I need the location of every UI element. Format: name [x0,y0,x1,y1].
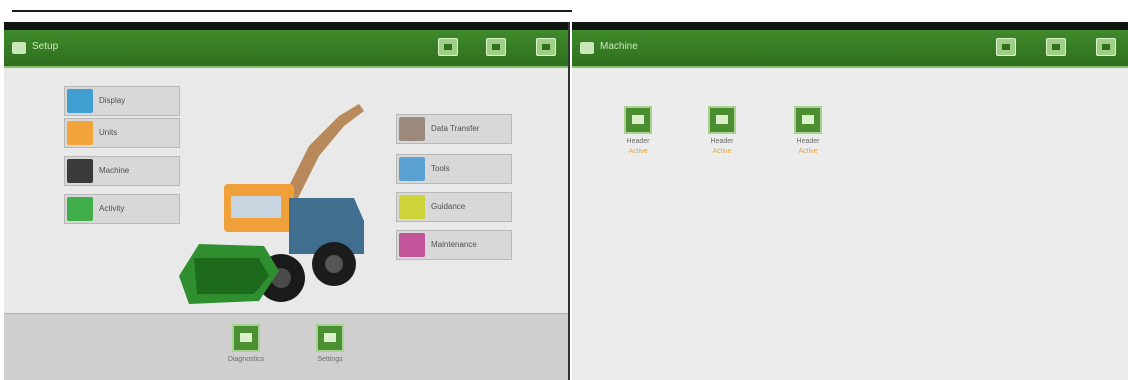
menu-label: Data Transfer [431,124,480,133]
cab-window [231,196,281,218]
display-icon [67,89,93,113]
restore-button[interactable] [1046,38,1066,56]
menu-label: Activity [99,204,125,213]
window-title: Setup [32,41,59,52]
window-title: Machine [600,41,638,52]
tile-status: Active [712,148,732,155]
title-shadow [572,22,1128,30]
machine-tile-1[interactable] [624,106,652,134]
minimize-icon [444,44,452,50]
tile-status: Active [798,148,818,155]
menu-data-transfer[interactable]: Data Transfer [396,114,512,144]
close-icon [1102,44,1110,50]
menu-label: Machine [99,166,130,175]
diagnostics-icon [240,333,252,342]
window-icon [12,42,26,54]
menu-label: Display [99,96,126,105]
machine-icon [67,159,93,183]
spout-icon [284,104,364,206]
units-icon [67,121,93,145]
title-shadow [4,22,568,30]
menu-label: Units [99,128,118,137]
window-icon [580,42,594,54]
maintenance-icon [399,233,425,257]
setup-titlebar: Setup [4,30,568,68]
header-icon [632,115,644,124]
restore-icon [1052,44,1060,50]
menu-display[interactable]: Display [64,86,180,116]
activity-icon [67,197,93,221]
menu-machine[interactable]: Machine [64,156,180,186]
machine-tile-2[interactable] [708,106,736,134]
minimize-icon [1002,44,1010,50]
menu-units[interactable]: Units [64,118,180,148]
tools-icon [399,157,425,181]
diagnostics-button[interactable] [232,324,260,352]
menu-label: Guidance [431,202,466,211]
close-button[interactable] [1096,38,1116,56]
diagnostics-label: Diagnostics [227,356,265,363]
machine-titlebar: Machine [572,30,1128,68]
menu-guidance[interactable]: Guidance [396,192,512,222]
settings-button[interactable] [316,324,344,352]
tile-status: Active [628,148,648,155]
machine-window: Machine Header Active Header Active Head… [572,22,1128,380]
guidance-icon [399,195,425,219]
harvester-illustration [179,104,364,304]
minimize-button[interactable] [996,38,1016,56]
data-transfer-icon [399,117,425,141]
restore-button[interactable] [486,38,506,56]
close-icon [542,44,550,50]
menu-label: Tools [431,164,450,173]
tile-label: Header [710,138,734,145]
menu-activity[interactable]: Activity [64,194,180,224]
menu-tools[interactable]: Tools [396,154,512,184]
settings-label: Settings [317,356,343,363]
tile-label: Header [626,138,650,145]
minimize-button[interactable] [438,38,458,56]
bottom-toolbar: Diagnostics Settings [4,313,568,380]
header-icon [716,115,728,124]
setup-window: Setup Display Units Machine Activity Dat… [4,22,570,380]
tile-label: Header [796,138,820,145]
header-icon [802,115,814,124]
top-strip [0,0,1128,22]
menu-maintenance[interactable]: Maintenance [396,230,512,260]
top-divider [12,10,572,12]
menu-label: Maintenance [431,240,477,249]
close-button[interactable] [536,38,556,56]
restore-icon [492,44,500,50]
machine-tile-3[interactable] [794,106,822,134]
settings-icon [324,333,336,342]
